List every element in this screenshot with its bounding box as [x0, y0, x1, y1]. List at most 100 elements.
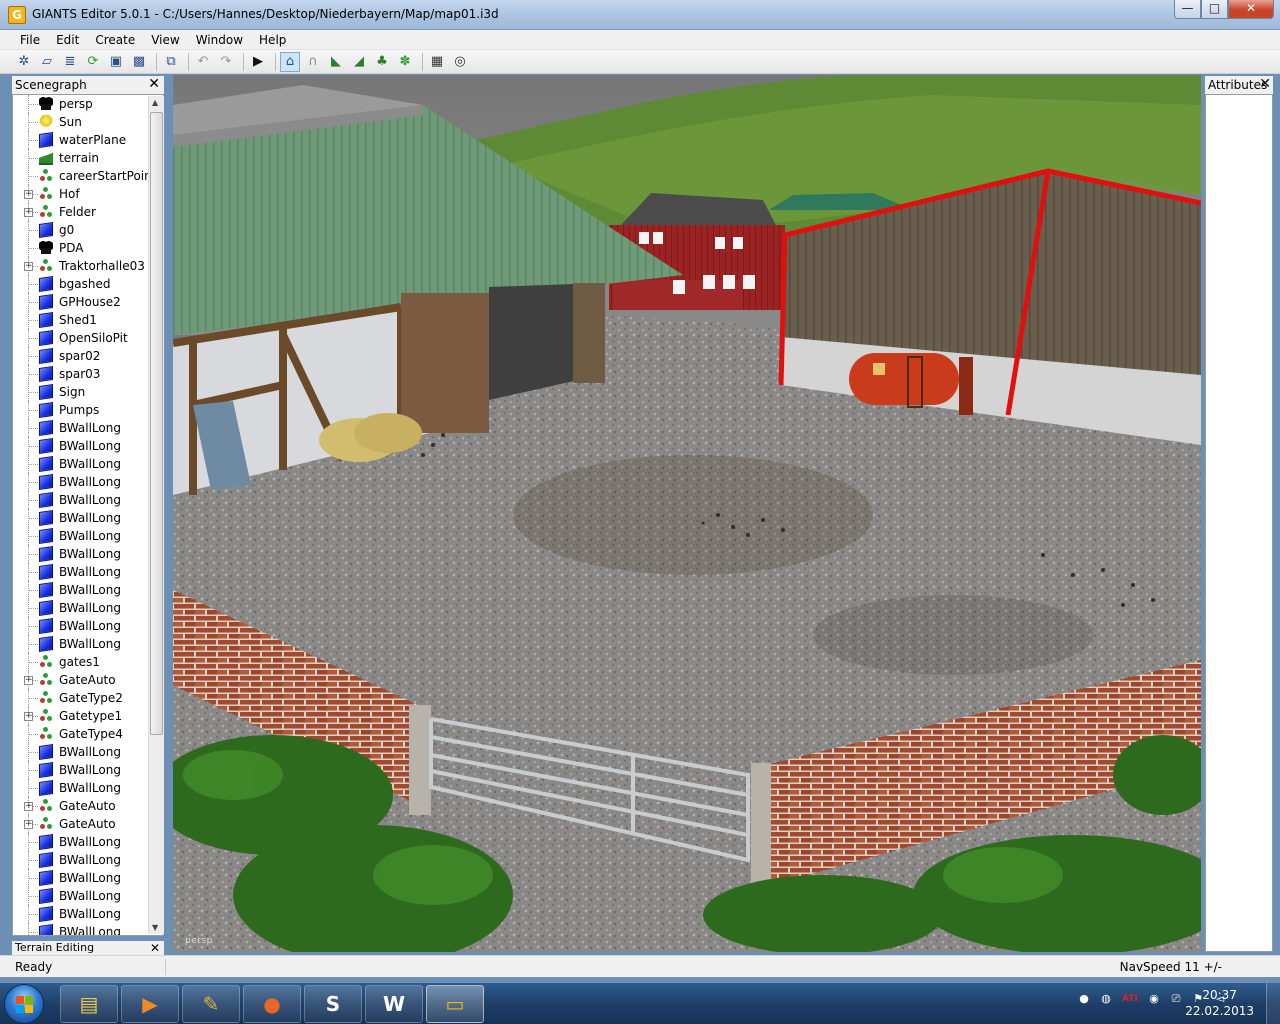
expand-icon[interactable]: + [24, 802, 33, 811]
tray-icon[interactable]: ◉ [1146, 991, 1162, 1007]
save-as-icon[interactable]: ▩ [129, 52, 149, 72]
tree-item[interactable]: PDA [13, 239, 163, 257]
tree-item[interactable]: + Felder [13, 203, 163, 221]
tree-item[interactable]: persp [13, 95, 163, 113]
save-icon[interactable]: ▣ [106, 52, 126, 72]
tree-item[interactable]: BWallLong [13, 437, 163, 455]
tree-item[interactable]: g0 [13, 221, 163, 239]
tree-item[interactable]: + Traktorhalle03 [13, 257, 163, 275]
new-scene-icon[interactable]: ✲ [14, 52, 34, 72]
close-window-button[interactable]: ✕ [1228, 0, 1274, 19]
expand-icon[interactable]: + [24, 190, 33, 199]
tree-item[interactable]: spar02 [13, 347, 163, 365]
tree-item[interactable]: + GateAuto [13, 671, 163, 689]
title-bar[interactable]: G GIANTS Editor 5.0.1 - C:/Users/Hannes/… [0, 0, 1280, 30]
menu-file[interactable]: File [12, 30, 48, 49]
tray-icon[interactable]: ⎚ [1168, 991, 1184, 1007]
start-button[interactable] [4, 984, 44, 1024]
menu-help[interactable]: Help [251, 30, 294, 49]
tree-item[interactable]: BWallLong [13, 905, 163, 923]
tree-item[interactable]: BWallLong [13, 869, 163, 887]
checker-icon[interactable]: ▦ [427, 52, 447, 72]
expand-icon[interactable]: + [24, 820, 33, 829]
reload-icon[interactable]: ⟳ [83, 52, 103, 72]
taskbar-explorer-button[interactable]: ▤ [60, 985, 118, 1023]
taskbar-firefox-button[interactable]: ● [243, 985, 301, 1023]
tree-item[interactable]: Shed1 [13, 311, 163, 329]
tree-item[interactable]: BWallLong [13, 581, 163, 599]
tree-item[interactable]: GateType4 [13, 725, 163, 743]
terrain-paint-icon[interactable]: ◢ [349, 52, 369, 72]
expand-icon[interactable]: + [24, 262, 33, 271]
tree-item[interactable]: gates1 [13, 653, 163, 671]
tree-item[interactable]: BWallLong [13, 563, 163, 581]
scroll-up-icon[interactable]: ▲ [152, 98, 158, 107]
terrain-editing-header[interactable]: Terrain Editing ✕ [12, 941, 164, 955]
scenegraph-tree[interactable]: persp Sun waterPlane terrain careerStartPoin… [12, 94, 164, 936]
tree-item[interactable]: BWallLong [13, 419, 163, 437]
tree-item[interactable]: BWallLong [13, 833, 163, 851]
export-icon[interactable]: ⧉ [161, 52, 181, 72]
grass-paint-icon[interactable]: ✽ [395, 52, 415, 72]
open-file-icon[interactable]: ▱ [37, 52, 57, 72]
expand-icon[interactable]: + [24, 712, 33, 721]
tree-item[interactable]: + Hof [13, 185, 163, 203]
terrain-editing-close-icon[interactable]: ✕ [150, 941, 160, 955]
tree-item[interactable]: BWallLong [13, 617, 163, 635]
tree-item[interactable]: BWallLong [13, 887, 163, 905]
tree-item[interactable]: Sun [13, 113, 163, 131]
tree-item[interactable]: BWallLong [13, 545, 163, 563]
tree-item[interactable]: BWallLong [13, 635, 163, 653]
expand-icon[interactable]: + [24, 676, 33, 685]
tree-item[interactable]: BWallLong [13, 473, 163, 491]
tree-item[interactable]: spar03 [13, 365, 163, 383]
tree-item[interactable]: GPHouse2 [13, 293, 163, 311]
tree-item[interactable]: OpenSiloPit [13, 329, 163, 347]
document-icon[interactable]: ≣ [60, 52, 80, 72]
tree-item[interactable]: Pumps [13, 401, 163, 419]
tree-item[interactable]: careerStartPoint [13, 167, 163, 185]
tray-icon[interactable]: ◍ [1098, 991, 1114, 1007]
magnet-icon[interactable]: ∩ [303, 52, 323, 72]
foliage-paint-icon[interactable]: ♣ [372, 52, 392, 72]
debug-icon[interactable]: ◎ [450, 52, 470, 72]
taskbar-word-button[interactable]: W [365, 985, 423, 1023]
tray-icon[interactable]: ● [1076, 991, 1092, 1007]
menu-create[interactable]: Create [87, 30, 143, 49]
maximize-button[interactable]: □ [1201, 0, 1228, 19]
3d-viewport[interactable]: persp [173, 75, 1201, 952]
tree-item[interactable]: BWallLong [13, 761, 163, 779]
tree-item[interactable]: Sign [13, 383, 163, 401]
scenegraph-scrollbar[interactable]: ▲ ▼ [148, 96, 164, 934]
tree-item[interactable]: waterPlane [13, 131, 163, 149]
undo-icon[interactable]: ↶ [193, 52, 213, 72]
tree-item[interactable]: BWallLong [13, 851, 163, 869]
menu-edit[interactable]: Edit [48, 30, 87, 49]
expand-icon[interactable]: + [24, 208, 33, 217]
tray-icon[interactable]: ATI [1120, 991, 1140, 1007]
tree-item[interactable]: BWallLong [13, 527, 163, 545]
tree-item[interactable]: BWallLong [13, 509, 163, 527]
tree-item[interactable]: BWallLong [13, 599, 163, 617]
tree-item[interactable]: BWallLong [13, 455, 163, 473]
tree-item[interactable]: BWallLong [13, 779, 163, 797]
clock[interactable]: 20:37 22.02.2013 [1185, 987, 1254, 1019]
taskbar-giants-editor-button[interactable]: ▭ [426, 985, 484, 1023]
tree-item[interactable]: GateType2 [13, 689, 163, 707]
attributes-panel[interactable] [1205, 94, 1273, 952]
tree-item[interactable]: + GateAuto [13, 797, 163, 815]
menu-view[interactable]: View [143, 30, 187, 49]
tree-item[interactable]: BWallLong [13, 491, 163, 509]
tree-item[interactable]: + Gatetype1 [13, 707, 163, 725]
taskbar-skype-button[interactable]: S [304, 985, 362, 1023]
redo-icon[interactable]: ↷ [216, 52, 236, 72]
menu-window[interactable]: Window [188, 30, 251, 49]
tree-item[interactable]: terrain [13, 149, 163, 167]
scenegraph-close-icon[interactable]: ✕ [148, 76, 160, 93]
taskbar-media-player-button[interactable]: ▶ [121, 985, 179, 1023]
terrain-sculpt-icon[interactable]: ◣ [326, 52, 346, 72]
scroll-down-icon[interactable]: ▼ [152, 923, 158, 932]
show-desktop-button[interactable] [1266, 983, 1280, 1024]
attributes-close-icon[interactable]: ✕ [1259, 76, 1271, 93]
select-mode-icon[interactable]: ⌂ [280, 51, 300, 72]
